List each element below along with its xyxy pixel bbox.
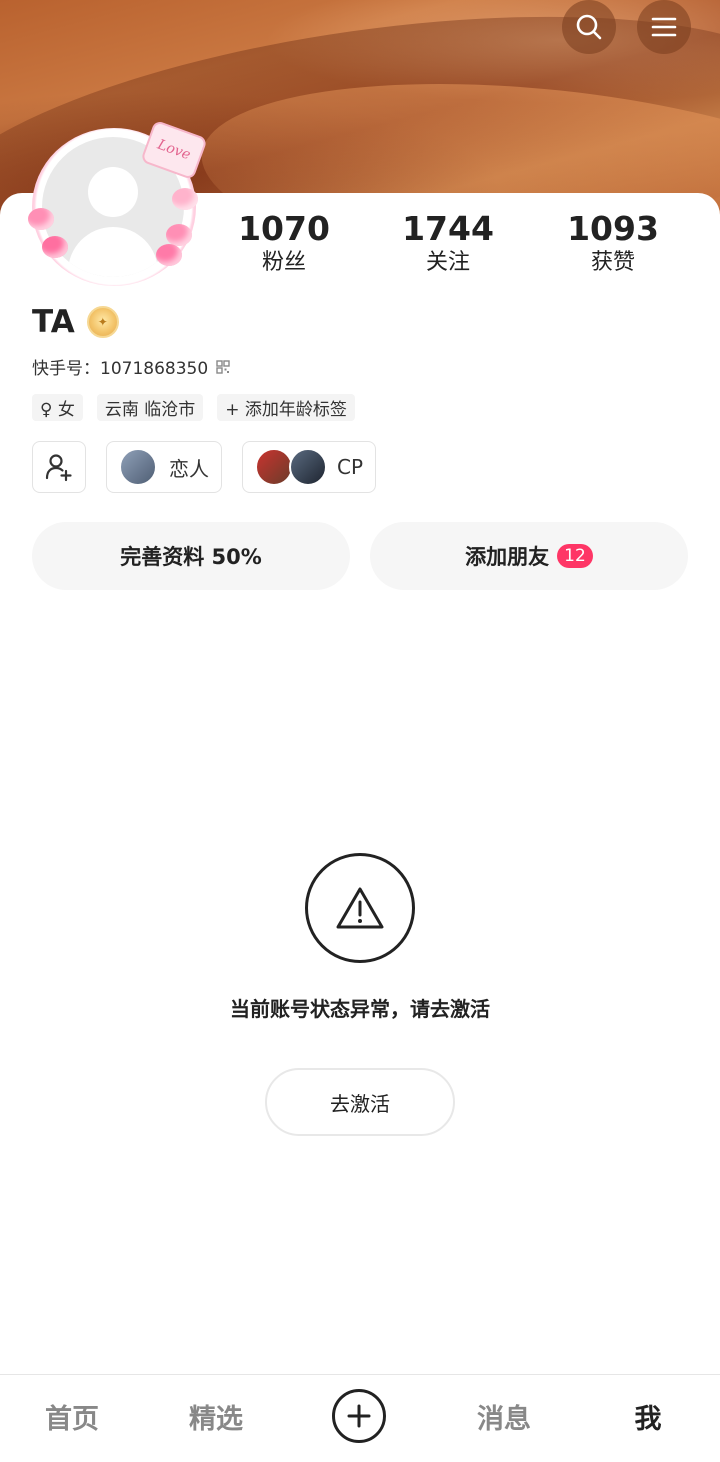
add-friends-count-badge: 12 [557,544,593,568]
stat-value: 1093 [567,209,659,248]
stat-label: 粉丝 [261,250,306,275]
stat-label: 关注 [425,250,470,275]
add-relation-button[interactable] [32,441,86,493]
heart-decoration [172,188,198,210]
tab-featured[interactable]: 精选 [144,1397,288,1436]
complete-profile-label: 完善资料 50% [120,545,262,569]
stat-likes[interactable]: 1093 获赞 [553,210,673,278]
relation-label: CP [337,455,364,479]
name-row: TA ✦ [32,302,119,342]
relation-cp-button[interactable]: CP [242,441,377,493]
stat-fans[interactable]: 1070 粉丝 [224,210,344,278]
profile-card [0,193,720,1462]
gender-tag: ♀ 女 [32,394,83,421]
complete-profile-button[interactable]: 完善资料 50% [32,522,350,590]
bottom-tab-bar: 首页 精选 消息 我 [0,1374,720,1462]
stat-following[interactable]: 1744 关注 [388,210,508,278]
tab-messages[interactable]: 消息 [432,1397,576,1436]
search-button[interactable] [562,0,616,54]
heart-decoration [28,208,54,230]
avatar-frame[interactable]: Love [28,119,208,288]
search-icon [576,14,602,40]
add-friends-label: 添加朋友 [465,545,550,569]
tab-me[interactable]: 我 [576,1397,720,1436]
plus-icon [347,1404,371,1428]
stat-value: 1070 [238,209,330,248]
medal-badge-icon[interactable]: ✦ [86,306,119,338]
qr-code-icon[interactable] [216,359,230,374]
activate-button[interactable]: 去激活 [265,1068,455,1136]
relation-avatar [289,448,327,486]
add-friends-button[interactable]: 添加朋友 12 [370,522,688,590]
location-tag[interactable]: 云南 临沧市 [96,394,204,421]
account-status-message: 当前账号状态异常，请去激活 [230,997,490,1021]
relation-label: 恋人 [169,456,209,481]
profile-actions: 完善资料 50% 添加朋友 12 [32,522,688,590]
user-id-row[interactable]: 快手号：1071868350 [32,354,230,379]
heart-decoration [166,224,192,246]
relation-lover-button[interactable]: 恋人 [106,441,222,493]
avatar-placeholder-head [88,167,138,217]
relation-avatar [119,448,157,486]
heart-decoration [156,244,182,266]
relations-row: 恋人 CP [32,441,377,493]
warning-indicator [305,853,415,963]
stat-label: 获赞 [590,250,635,275]
relation-avatar [255,448,293,486]
tab-home[interactable]: 首页 [0,1397,144,1436]
add-age-tag-button[interactable]: + 添加年龄标签 [217,394,355,421]
menu-button[interactable] [637,0,691,54]
profile-name: TA [32,304,75,340]
profile-tags: ♀ 女 云南 临沧市 + 添加年龄标签 [32,394,355,421]
stat-value: 1744 [402,209,494,248]
create-post-button[interactable] [332,1389,386,1443]
heart-decoration [42,236,68,258]
warning-icon [336,887,384,929]
user-id: 快手号：1071868350 [32,359,209,379]
add-user-icon [45,454,72,482]
avatar-placeholder-body [68,227,158,277]
menu-icon [651,17,677,37]
